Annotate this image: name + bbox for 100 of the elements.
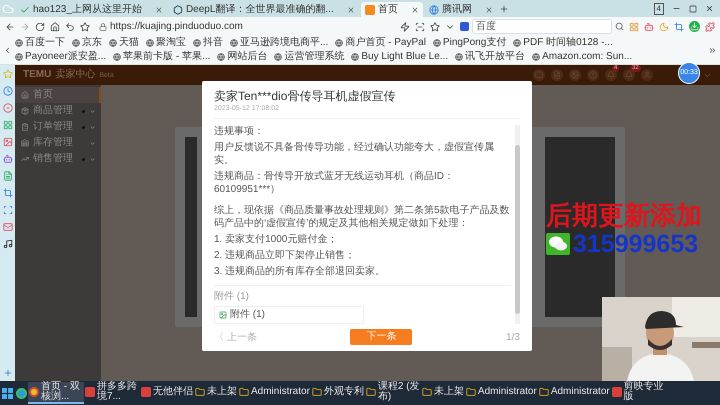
globe-icon bbox=[146, 39, 154, 47]
music-icon[interactable] bbox=[2, 239, 12, 249]
scan-icon[interactable] bbox=[415, 22, 425, 32]
taskbar-item[interactable]: 未上架 bbox=[194, 382, 238, 404]
window-count[interactable]: 4 bbox=[654, 2, 664, 14]
undo-icon[interactable] bbox=[65, 22, 75, 32]
header-icon[interactable] bbox=[587, 69, 599, 81]
browser-icon bbox=[29, 387, 39, 397]
bookmark[interactable]: 聚淘宝 bbox=[146, 36, 186, 50]
bookmark[interactable]: 亚马逊跨境电商平... bbox=[230, 36, 328, 50]
penalty-item: 3. 违规商品的所有库存全部退回卖家。 bbox=[214, 265, 386, 278]
bell-icon[interactable] bbox=[623, 69, 635, 81]
menu-icon bbox=[21, 155, 29, 163]
scrollbar[interactable] bbox=[515, 125, 520, 324]
grid-icon[interactable] bbox=[629, 22, 639, 32]
folder-icon bbox=[366, 387, 376, 397]
globe-icon bbox=[351, 53, 360, 61]
document-icon[interactable] bbox=[2, 171, 12, 181]
back-icon[interactable] bbox=[5, 22, 15, 32]
checkmark-icon bbox=[20, 4, 30, 14]
bookmark[interactable]: 百度一下 bbox=[15, 36, 65, 50]
star-icon[interactable] bbox=[80, 22, 90, 32]
ruling-text: 综上，现依据《商品质量事故处理规则》第二条第5款电子产品及数码产品中的‘虚假宣传’的规定及其他相关规定做如下处理： bbox=[214, 204, 511, 230]
clock-icon[interactable] bbox=[2, 86, 12, 96]
bookmark[interactable]: 运营管理系统 bbox=[274, 50, 344, 64]
maximize-icon[interactable] bbox=[689, 4, 697, 12]
chevron-icon bbox=[89, 140, 96, 146]
bookmark[interactable]: 苹果前卡版 - 苹果... bbox=[113, 50, 210, 64]
bell-icon[interactable] bbox=[605, 69, 617, 81]
header-icon[interactable] bbox=[551, 69, 563, 81]
edge-browser-icon[interactable] bbox=[16, 388, 27, 398]
taskbar-item[interactable]: Administrator bbox=[538, 382, 611, 404]
close-icon[interactable] bbox=[154, 6, 163, 14]
robot-icon[interactable] bbox=[644, 22, 654, 32]
forward-icon[interactable] bbox=[20, 22, 30, 32]
bookmark[interactable]: 讯飞开放平台 bbox=[455, 50, 526, 64]
close-icon[interactable] bbox=[705, 4, 714, 13]
globe-icon bbox=[193, 39, 201, 47]
globe-icon bbox=[72, 39, 80, 47]
start-icon[interactable] bbox=[2, 388, 13, 398]
add-icon[interactable] bbox=[2, 368, 12, 378]
section-heading: 违规事项： bbox=[214, 125, 265, 138]
grid-icon[interactable] bbox=[2, 120, 12, 130]
taskbar-item[interactable]: Administrator bbox=[464, 382, 538, 404]
new-tab-icon[interactable] bbox=[498, 4, 509, 14]
bookmark[interactable]: 天猫 bbox=[109, 36, 139, 50]
taskbar-item[interactable]: 外观专利 bbox=[310, 382, 365, 404]
globe-icon bbox=[455, 53, 464, 61]
crop-icon[interactable] bbox=[674, 22, 684, 32]
collapse-icon[interactable] bbox=[3, 46, 12, 54]
lightning-icon[interactable] bbox=[400, 22, 410, 32]
more-bookmarks-icon[interactable] bbox=[708, 46, 717, 54]
taskbar-item[interactable]: Administrator bbox=[238, 382, 311, 404]
hexagon-icon bbox=[172, 4, 183, 14]
image-icon bbox=[219, 311, 227, 319]
close-icon[interactable] bbox=[410, 6, 419, 14]
bookmark[interactable]: PingPong支付 bbox=[432, 36, 506, 50]
bookmark[interactable]: 抖音 bbox=[193, 36, 223, 50]
chevron-icon bbox=[89, 156, 96, 162]
search-icon[interactable] bbox=[615, 22, 624, 31]
taskbar-item[interactable]: 无他伴侣 bbox=[140, 382, 194, 404]
taskbar-item[interactable]: 首页 - 双核浏... bbox=[28, 382, 84, 404]
bookmark[interactable]: Payoneer派安盈... bbox=[15, 50, 106, 64]
moon-icon[interactable] bbox=[659, 22, 669, 32]
crop-icon[interactable] bbox=[2, 188, 12, 198]
header-icon[interactable] bbox=[569, 69, 581, 81]
folder-icon bbox=[538, 387, 549, 397]
attachment-card[interactable]: 附件 (1) bbox=[214, 306, 364, 324]
user-icon[interactable] bbox=[641, 69, 653, 81]
browser-tab[interactable]: 首页 bbox=[360, 2, 423, 17]
star-icon[interactable] bbox=[2, 69, 12, 79]
bookmark[interactable]: 商户首页 - PayPal bbox=[335, 36, 426, 50]
bookmark[interactable]: 京东 bbox=[72, 36, 102, 50]
download-icon[interactable] bbox=[689, 21, 700, 32]
bookmark[interactable]: Buy Light Blue Le... bbox=[351, 50, 448, 64]
close-icon[interactable] bbox=[484, 6, 493, 14]
bookmark[interactable]: 网站后台 bbox=[217, 50, 268, 64]
close-icon[interactable] bbox=[346, 6, 355, 14]
bookmark[interactable]: PDF 时间轴0128 -... bbox=[513, 36, 613, 50]
taskbar-item[interactable]: 未上架 bbox=[420, 382, 465, 404]
globe-icon bbox=[15, 39, 23, 47]
robot-icon[interactable] bbox=[2, 154, 12, 164]
taskbar-item[interactable]: 拼多多跨境7... bbox=[84, 382, 140, 404]
extension-icon[interactable] bbox=[705, 22, 715, 32]
search-field[interactable]: 百度 bbox=[472, 19, 612, 34]
chat-bubbles-icon bbox=[546, 233, 570, 255]
reload-icon[interactable] bbox=[35, 22, 45, 32]
mail-icon[interactable] bbox=[2, 222, 12, 232]
globe-icon bbox=[230, 39, 238, 47]
folder-icon bbox=[466, 387, 476, 397]
star-icon[interactable] bbox=[430, 22, 440, 32]
bookmark[interactable]: Amazon.com: Sun... bbox=[532, 50, 632, 64]
header-icon[interactable] bbox=[533, 69, 545, 81]
globe-icon bbox=[432, 39, 441, 47]
globe-icon bbox=[113, 53, 122, 61]
image-icon[interactable] bbox=[2, 137, 12, 147]
promo-headline: 后期更新添加 bbox=[546, 200, 702, 230]
home-icon[interactable] bbox=[50, 22, 60, 32]
taskbar-item[interactable]: 课程2 (发布) bbox=[364, 382, 421, 404]
record-icon[interactable] bbox=[2, 103, 12, 113]
